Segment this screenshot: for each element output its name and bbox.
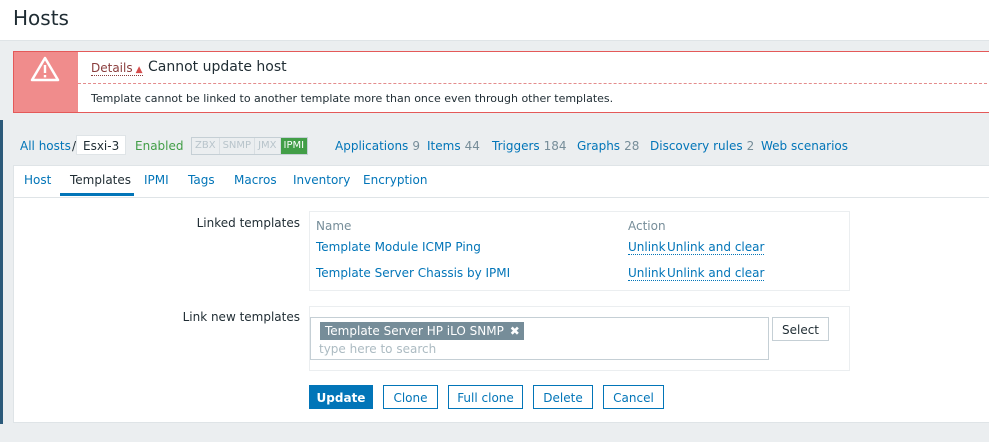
linked-templates-label: Linked templates xyxy=(196,216,300,230)
tab-inventory[interactable]: Inventory xyxy=(293,173,350,187)
linked-template-name[interactable]: Template Server Chassis by IPMI xyxy=(316,266,510,280)
unlink-and-clear-link[interactable]: Unlink and clear xyxy=(667,266,765,281)
availability-jmx: JMX xyxy=(255,138,281,154)
link-new-templates-label: Link new templates xyxy=(182,310,300,324)
nav-web-scenarios[interactable]: Web scenarios xyxy=(761,139,848,153)
tab-host[interactable]: Host xyxy=(24,173,51,187)
nav-applications-label[interactable]: Applications xyxy=(335,139,408,153)
error-divider xyxy=(78,83,989,84)
nav-graphs[interactable]: Graphs 28 xyxy=(577,139,639,153)
left-accent-bar xyxy=(0,120,3,442)
selected-template-chip: Template Server HP iLO SNMP ✖ xyxy=(320,322,524,340)
nav-discovery-rules-label[interactable]: Discovery rules xyxy=(650,139,743,153)
delete-button[interactable]: Delete xyxy=(533,385,593,409)
unlink-and-clear-link[interactable]: Unlink and clear xyxy=(667,240,765,255)
cancel-button[interactable]: Cancel xyxy=(603,385,664,409)
host-form: Host Templates IPMI Tags Macros Inventor… xyxy=(13,165,989,423)
nav-applications[interactable]: Applications 9 xyxy=(335,139,420,153)
tab-templates[interactable]: Templates xyxy=(70,173,131,187)
nav-triggers-label[interactable]: Triggers xyxy=(492,139,540,153)
error-title: Cannot update host xyxy=(148,59,287,75)
nav-graphs-label[interactable]: Graphs xyxy=(577,139,620,153)
error-icon-area xyxy=(14,52,78,112)
host-navigation: All hosts / Esxi-3 Enabled ZBX SNMP JMX … xyxy=(20,135,980,157)
select-button[interactable]: Select xyxy=(772,317,829,341)
column-header-action: Action xyxy=(628,219,666,233)
nav-items-count: 44 xyxy=(464,139,480,153)
page-footer-area xyxy=(0,424,989,442)
column-header-name: Name xyxy=(316,219,352,233)
nav-triggers-count: 184 xyxy=(543,139,567,153)
close-icon[interactable]: ✖ xyxy=(510,322,520,340)
tab-bar: Host Templates IPMI Tags Macros Inventor… xyxy=(14,166,989,198)
nav-discovery-rules-count: 2 xyxy=(746,139,755,153)
tab-macros[interactable]: Macros xyxy=(234,173,277,187)
warning-triangle-icon xyxy=(30,56,60,82)
tab-encryption[interactable]: Encryption xyxy=(363,173,427,187)
tab-ipmi[interactable]: IPMI xyxy=(144,173,169,187)
nav-graphs-count: 28 xyxy=(624,139,640,153)
full-clone-button[interactable]: Full clone xyxy=(448,385,523,409)
selected-template-label: Template Server HP iLO SNMP xyxy=(325,324,504,338)
host-status-enabled[interactable]: Enabled xyxy=(135,139,184,153)
tab-tags[interactable]: Tags xyxy=(188,173,215,187)
availability-zbx: ZBX xyxy=(192,138,220,154)
template-multiselect[interactable]: Template Server HP iLO SNMP ✖ xyxy=(310,317,769,360)
linked-template-name[interactable]: Template Module ICMP Ping xyxy=(316,240,481,254)
details-arrow-icon: ▲ xyxy=(135,65,143,75)
nav-items-label[interactable]: Items xyxy=(427,139,461,153)
breadcrumb-host[interactable]: Esxi-3 xyxy=(76,135,127,155)
error-message-box: Details ▲ Cannot update host Template can… xyxy=(13,51,989,113)
all-hosts-link[interactable]: All hosts xyxy=(20,139,71,153)
unlink-link[interactable]: Unlink xyxy=(628,240,666,255)
nav-web-scenarios-label[interactable]: Web scenarios xyxy=(761,139,848,153)
nav-applications-count: 9 xyxy=(412,139,420,153)
details-label: Details xyxy=(91,61,133,75)
nav-items[interactable]: Items 44 xyxy=(427,139,480,153)
active-tab-indicator xyxy=(60,193,134,196)
update-button[interactable]: Update xyxy=(309,385,373,409)
availability-indicators: ZBX SNMP JMX IPMI xyxy=(191,137,309,155)
page-title: Hosts xyxy=(13,6,69,30)
error-details-link[interactable]: Details ▲ xyxy=(91,61,143,76)
linked-templates-table: Name Action Template Module ICMP Ping Un… xyxy=(309,211,850,291)
nav-triggers[interactable]: Triggers 184 xyxy=(492,139,567,153)
availability-snmp: SNMP xyxy=(220,138,256,154)
template-search-input[interactable] xyxy=(319,340,619,358)
page-header: Hosts xyxy=(0,0,989,41)
error-detail-text: Template cannot be linked to another tem… xyxy=(91,92,614,105)
nav-discovery-rules[interactable]: Discovery rules 2 xyxy=(650,139,754,153)
clone-button[interactable]: Clone xyxy=(383,385,438,409)
availability-ipmi: IPMI xyxy=(280,138,308,154)
unlink-link[interactable]: Unlink xyxy=(628,266,666,281)
